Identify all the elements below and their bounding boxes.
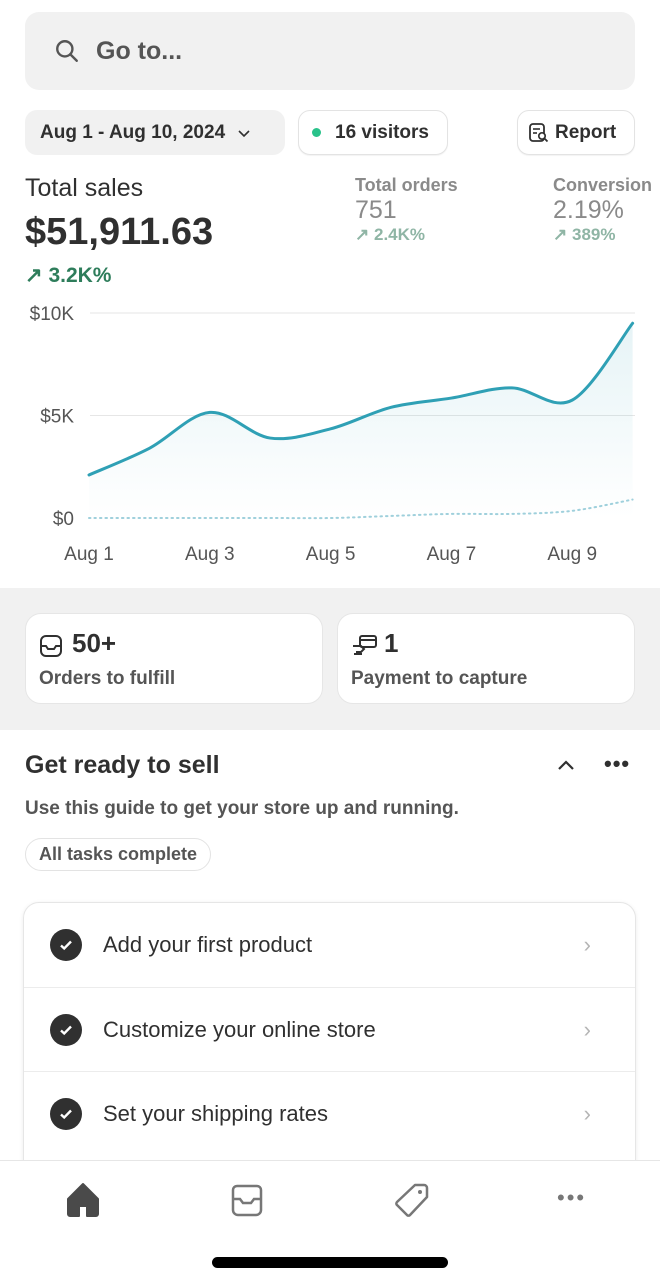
visitors-label: 16 visitors xyxy=(335,121,429,143)
check-circle-icon xyxy=(50,929,82,961)
y-tick-label: $0 xyxy=(53,509,74,530)
y-tick-label: $10K xyxy=(30,304,75,325)
search-icon xyxy=(56,40,78,62)
total-sales-label: Total sales xyxy=(25,174,144,202)
chevron-right-icon: › xyxy=(583,932,591,957)
x-tick-label: Aug 3 xyxy=(185,544,235,565)
orders-icon[interactable] xyxy=(229,1182,265,1218)
task-label: Set your shipping rates xyxy=(103,1100,329,1126)
payment-to-capture-label: Payment to capture xyxy=(351,668,528,689)
sales-chart: $0 $5K $10K Aug 1 Aug 3 Aug 5 Aug 7 Aug 9 xyxy=(30,304,635,565)
report-icon xyxy=(529,122,549,142)
series-area xyxy=(89,323,633,518)
orders-to-fulfill-label: Orders to fulfill xyxy=(39,668,176,689)
total-orders-metric[interactable]: Total orders 751 ↗ 2.4K% xyxy=(355,175,458,245)
search-bar[interactable]: Go to... xyxy=(25,12,635,90)
date-range-label: Aug 1 - Aug 10, 2024 xyxy=(40,121,226,143)
total-orders-change: ↗ 2.4K% xyxy=(355,225,458,245)
more-options-icon[interactable]: ••• xyxy=(604,751,630,777)
date-range-button[interactable]: Aug 1 - Aug 10, 2024 xyxy=(25,110,285,155)
visitors-button[interactable]: 16 visitors xyxy=(298,110,448,155)
conversion-change-value: 389% xyxy=(571,225,616,244)
total-orders-value: 751 xyxy=(355,196,397,224)
total-sales-change: ↗ 3.2K% xyxy=(25,263,111,288)
home-icon[interactable] xyxy=(65,1181,101,1219)
check-circle-icon xyxy=(50,1097,82,1130)
live-dot-icon xyxy=(312,128,321,137)
report-label: Report xyxy=(555,121,617,143)
task-label: Add your first product xyxy=(103,932,313,957)
more-icon[interactable]: ••• xyxy=(557,1185,586,1211)
payment-to-capture-count: 1 xyxy=(384,628,399,658)
x-tick-label: Aug 9 xyxy=(547,544,597,565)
x-tick-label: Aug 5 xyxy=(306,544,356,565)
inbox-icon xyxy=(40,635,62,657)
payment-hand-icon xyxy=(353,635,377,655)
home-indicator xyxy=(212,1257,448,1268)
task-item[interactable]: Add your first product › xyxy=(24,903,635,987)
y-tick-label: $5K xyxy=(40,407,74,428)
x-tick-label: Aug 1 xyxy=(64,544,114,565)
arrow-up-right-icon: ↗ xyxy=(25,264,43,287)
guide-subtitle: Use this guide to get your store up and … xyxy=(25,798,459,819)
products-tag-icon[interactable] xyxy=(393,1181,431,1219)
all-tasks-complete-badge: All tasks complete xyxy=(25,838,212,871)
collapse-chevron-up-icon[interactable] xyxy=(556,757,576,773)
check-circle-icon xyxy=(50,1013,82,1046)
total-orders-change-value: 2.4K% xyxy=(373,225,426,244)
conversion-value: 2.19% xyxy=(553,196,624,224)
payment-to-capture-card[interactable]: 1 Payment to capture xyxy=(337,613,635,704)
arrow-up-right-icon: ↗ xyxy=(553,225,568,244)
total-orders-label: Total orders xyxy=(355,175,458,195)
search-placeholder: Go to... xyxy=(96,36,183,65)
guide-title: Get ready to sell xyxy=(25,751,220,779)
conversion-change: ↗ 389% xyxy=(553,225,652,245)
chevron-right-icon: › xyxy=(583,1100,591,1126)
chevron-right-icon: › xyxy=(583,1016,591,1042)
x-tick-label: Aug 7 xyxy=(427,544,477,565)
task-label: Customize your online store xyxy=(103,1016,376,1042)
orders-to-fulfill-count: 50+ xyxy=(72,628,117,658)
task-list: Add your first product › Customize your … xyxy=(23,902,636,1202)
bottom-navigation: ••• xyxy=(0,1160,660,1280)
conversion-label: Conversion xyxy=(553,175,653,195)
total-sales-value: $51,911.63 xyxy=(25,211,214,253)
task-item[interactable]: Set your shipping rates › xyxy=(24,1071,635,1155)
chevron-down-icon xyxy=(238,129,250,137)
task-item[interactable]: Customize your online store › xyxy=(24,987,635,1071)
total-sales-change-value: 3.2K% xyxy=(48,264,112,287)
orders-to-fulfill-card[interactable]: 50+ Orders to fulfill xyxy=(25,613,323,704)
report-button[interactable]: Report xyxy=(517,110,635,155)
arrow-up-right-icon: ↗ xyxy=(355,225,370,244)
conversion-metric[interactable]: Conversion 2.19% ↗ 389% xyxy=(553,175,652,245)
